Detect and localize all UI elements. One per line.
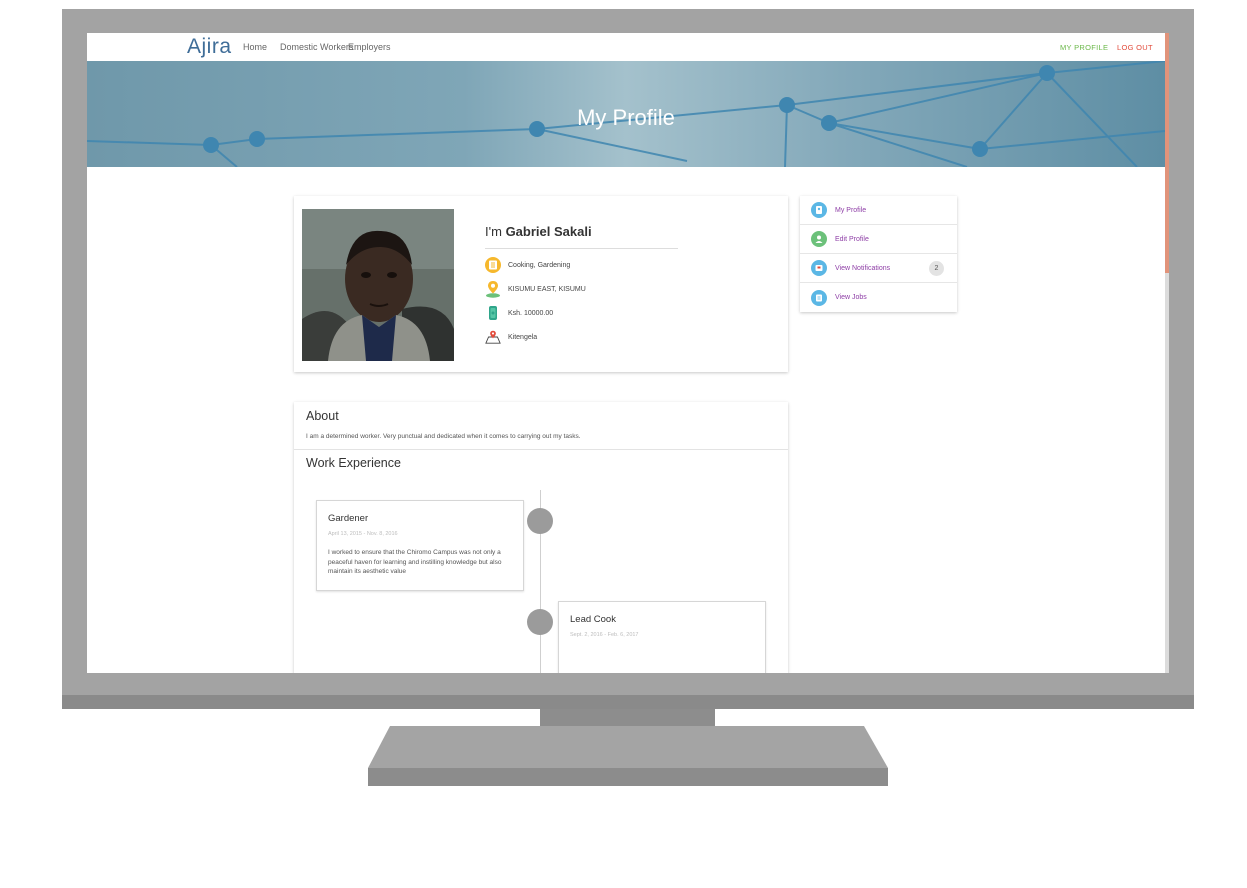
timeline-dot <box>527 508 553 534</box>
salary-row: Ksh. 10000.00 <box>485 304 553 322</box>
list-icon <box>485 257 501 273</box>
experience-dates: Sept. 2, 2016 - Feb. 6, 2017 <box>570 632 639 638</box>
menu-item-view-notifications[interactable]: View Notifications 2 <box>800 254 957 283</box>
money-icon <box>485 305 501 321</box>
divider <box>485 248 678 249</box>
menu-item-edit-profile[interactable]: Edit Profile <box>800 225 957 254</box>
menu-item-label: View Notifications <box>835 264 891 272</box>
jobs-icon <box>811 289 827 306</box>
hero-banner: My Profile <box>87 61 1165 167</box>
page-title: My Profile <box>577 105 675 130</box>
nav-home-link[interactable]: Home <box>243 42 267 52</box>
profile-icon <box>811 202 827 218</box>
divider <box>294 449 788 450</box>
browser-screen: Ajira Home Domestic Workers Employers MY… <box>87 33 1169 673</box>
nav-domestic-workers-link[interactable]: Domestic Workers <box>280 42 353 52</box>
location-row: KISUMU EAST, KISUMU <box>485 280 586 298</box>
logout-link[interactable]: LOG OUT <box>1117 43 1153 52</box>
brand-logo[interactable]: Ajira <box>187 35 232 59</box>
notifications-icon <box>811 260 827 276</box>
profile-name: I'm Gabriel Sakali <box>485 224 592 239</box>
area-row: Kitengela <box>485 328 537 346</box>
map-icon <box>485 329 501 345</box>
menu-item-label: View Jobs <box>835 294 867 301</box>
salary-text: Ksh. 10000.00 <box>508 309 554 317</box>
menu-item-label: My Profile <box>835 206 867 214</box>
menu-item-view-jobs[interactable]: View Jobs <box>800 283 957 312</box>
work-experience-heading: Work Experience <box>306 456 401 470</box>
skills-row: Cooking, Gardening <box>485 256 570 274</box>
area-text: Kitengela <box>508 333 538 341</box>
scrollbar-thumb[interactable] <box>1165 33 1169 273</box>
navbar: Ajira Home Domestic Workers Employers MY… <box>87 33 1165 61</box>
experience-description: I worked to ensure that the Chiromo Camp… <box>328 549 502 575</box>
location-pin-icon <box>485 281 501 298</box>
experience-title: Lead Cook <box>570 614 616 625</box>
profile-photo <box>302 209 454 361</box>
timeline-dot <box>527 609 553 635</box>
skills-text: Cooking, Gardening <box>508 261 571 269</box>
about-card: About I am a determined worker. Very pun… <box>294 402 788 673</box>
experience-card-lead-cook: Lead Cook Sept. 2, 2016 - Feb. 6, 2017 <box>558 601 766 673</box>
experience-dates: April 13, 2015 - Nov. 8, 2016 <box>328 531 398 537</box>
notification-count-badge: 2 <box>929 261 944 276</box>
about-text: I am a determined worker. Very punctual … <box>306 433 581 440</box>
monitor-bezel-bottom <box>62 695 1194 709</box>
location-text: KISUMU EAST, KISUMU <box>508 285 586 293</box>
profile-card: I'm Gabriel Sakali Cooking, Gardening KI… <box>294 196 788 372</box>
menu-item-label: Edit Profile <box>835 235 869 243</box>
experience-title: Gardener <box>328 513 369 524</box>
nav-employers-link[interactable]: Employers <box>348 42 391 52</box>
greeting: I'm <box>485 224 502 239</box>
monitor-base <box>368 726 888 786</box>
menu-item-my-profile[interactable]: My Profile <box>800 196 957 225</box>
about-heading: About <box>306 409 339 423</box>
my-profile-link[interactable]: MY PROFILE <box>1060 43 1108 52</box>
side-menu: My Profile Edit Profile View Notificatio… <box>800 196 957 312</box>
edit-profile-icon <box>811 231 827 247</box>
experience-card-gardener: Gardener April 13, 2015 - Nov. 8, 2016 I… <box>316 500 524 591</box>
worker-name: Gabriel Sakali <box>505 224 592 239</box>
